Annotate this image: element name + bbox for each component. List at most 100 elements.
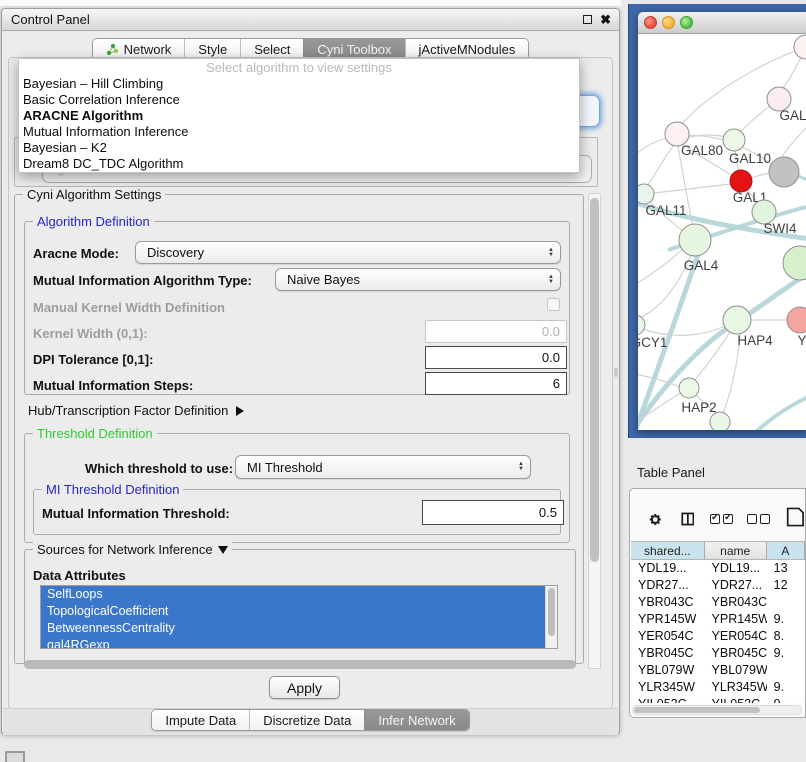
- panel-divider-handle[interactable]: [614, 368, 618, 377]
- network-node-y[interactable]: [787, 307, 806, 333]
- checked-box-icon: [723, 514, 733, 524]
- which-threshold-combobox[interactable]: MI Threshold ▲▼: [235, 455, 531, 479]
- network-node[interactable]: [710, 412, 730, 430]
- network-edge[interactable]: [756, 396, 806, 430]
- table-row[interactable]: YBR043CYBR043C: [631, 594, 805, 611]
- algorithm-option-aracne-algorithm[interactable]: ARACNE Algorithm: [19, 108, 579, 124]
- scrollbar-thumb[interactable]: [24, 660, 576, 669]
- attributes-vertical-scrollbar[interactable]: [545, 586, 557, 648]
- tab-style[interactable]: Style: [184, 39, 240, 59]
- table-row[interactable]: YBR045CYBR045C9.: [631, 645, 805, 662]
- column-header-shared[interactable]: shared...: [631, 542, 705, 559]
- apply-button[interactable]: Apply: [269, 676, 340, 699]
- attribute-item-selfloops[interactable]: SelfLoops: [41, 586, 557, 603]
- table-cell: [767, 594, 805, 611]
- bottom-tab-infer-network[interactable]: Infer Network: [364, 710, 468, 730]
- network-canvas[interactable]: GALGAL80GAL10GAL1GAL11SWI4GAL4GCY1HAP4YH…: [638, 34, 806, 430]
- network-edge[interactable]: [647, 145, 674, 186]
- dpi-tolerance-field[interactable]: 0.0: [425, 346, 567, 369]
- network-node-hap2[interactable]: [679, 378, 699, 398]
- settings-vertical-scrollbar[interactable]: [588, 193, 601, 669]
- aracne-mode-label: Aracne Mode:: [33, 246, 119, 261]
- table-row[interactable]: YBL079WYBL079W: [631, 662, 805, 679]
- table-cell: [767, 662, 805, 679]
- close-traffic-light-icon[interactable]: [644, 16, 657, 29]
- hub-definition-expander[interactable]: Hub/Transcription Factor Definition: [28, 403, 244, 418]
- tab-network[interactable]: Network: [93, 39, 185, 59]
- table-cell: YBR045C: [631, 645, 705, 662]
- tab-label: Cyni Toolbox: [317, 42, 391, 57]
- network-node[interactable]: [769, 157, 799, 187]
- attribute-item-gal4rgexp[interactable]: gal4RGexp: [41, 637, 557, 649]
- minimize-traffic-light-icon[interactable]: [662, 16, 675, 29]
- table-cell: YIL052C: [631, 696, 705, 703]
- control-panel-titlebar[interactable]: Control Panel ✖: [2, 9, 619, 31]
- mi-algorithm-type-value: Naive Bayes: [287, 272, 360, 287]
- tab-cyni-toolbox[interactable]: Cyni Toolbox: [303, 39, 404, 59]
- settings-horizontal-scrollbar[interactable]: [22, 659, 584, 670]
- table-row[interactable]: YDR27...YDR27...12: [631, 577, 805, 594]
- column-header-name[interactable]: name: [705, 542, 767, 559]
- network-node-hap4[interactable]: [723, 306, 751, 334]
- bottom-tab-impute-data[interactable]: Impute Data: [152, 710, 249, 730]
- network-window-titlebar[interactable]: [638, 12, 806, 34]
- network-node-gal4[interactable]: [679, 224, 711, 256]
- aracne-mode-combobox[interactable]: Discovery ▲▼: [135, 241, 561, 264]
- checked-pair-icon[interactable]: [710, 514, 733, 524]
- algorithm-option-mutual-information-inference[interactable]: Mutual Information Inference: [19, 124, 579, 140]
- table-row[interactable]: YER054CYER054C8.: [631, 628, 805, 645]
- algorithm-option-bayesian-k2[interactable]: Bayesian – K2: [19, 140, 579, 156]
- tab-jactivemnodules[interactable]: jActiveMNodules: [405, 39, 529, 59]
- scrollbar-thumb[interactable]: [590, 198, 599, 562]
- which-threshold-value: MI Threshold: [247, 460, 323, 475]
- gear-icon[interactable]: [648, 511, 663, 528]
- node-label: SWI4: [763, 221, 796, 236]
- corner-grip-icon[interactable]: [5, 751, 25, 762]
- control-panel-window: Control Panel ✖ NetworkStyleSelect Cyni T…: [1, 8, 620, 735]
- table-cell: 9.: [767, 611, 805, 628]
- network-node[interactable]: [783, 246, 806, 280]
- data-attributes-list[interactable]: SelfLoopsTopologicalCoefficientBetweenne…: [40, 585, 558, 649]
- table-row[interactable]: YLR345WYLR345W9.: [631, 679, 805, 696]
- network-window[interactable]: GALGAL80GAL10GAL1GAL11SWI4GAL4GCY1HAP4YH…: [638, 12, 806, 430]
- unchecked-pair-icon[interactable]: [747, 514, 770, 524]
- attribute-item-topologicalcoefficient[interactable]: TopologicalCoefficient: [41, 603, 557, 620]
- table-icon[interactable]: [786, 505, 805, 529]
- tab-label: jActiveMNodules: [419, 42, 516, 57]
- data-attributes-label: Data Attributes: [33, 568, 126, 583]
- manual-kernel-width-checkbox[interactable]: [547, 298, 560, 311]
- algorithm-option-basic-correlation-inference[interactable]: Basic Correlation Inference: [19, 92, 579, 108]
- mi-threshold-field[interactable]: 0.5: [422, 500, 564, 525]
- bottom-tab-label: Discretize Data: [263, 713, 351, 728]
- table-row[interactable]: YDL19...YDL19...13: [631, 560, 805, 577]
- mi-steps-field[interactable]: 6: [425, 372, 567, 395]
- unchecked-box-icon: [760, 514, 770, 524]
- mi-algorithm-type-combobox[interactable]: Naive Bayes ▲▼: [275, 268, 561, 291]
- table-row[interactable]: YPR145WYPR145W9.: [631, 611, 805, 628]
- kernel-width-field[interactable]: 0.0: [425, 320, 567, 343]
- table-horizontal-scrollbar[interactable]: [632, 705, 802, 715]
- column-header-a[interactable]: A: [767, 542, 805, 559]
- table-row[interactable]: YIL052CYIL052C9: [631, 696, 805, 703]
- network-node-gal11[interactable]: [638, 184, 654, 204]
- scrollbar-thumb[interactable]: [634, 707, 760, 713]
- kernel-width-label: Kernel Width (0,1):: [33, 326, 148, 341]
- columns-icon[interactable]: [681, 511, 695, 527]
- algorithm-option-dream8-dc-tdc-algorithm[interactable]: Dream8 DC_TDC Algorithm: [19, 156, 579, 172]
- network-edge[interactable]: [654, 184, 731, 193]
- scrollbar-thumb[interactable]: [548, 588, 555, 636]
- network-edge[interactable]: [638, 244, 688, 284]
- network-edge[interactable]: [751, 173, 771, 178]
- zoom-traffic-light-icon[interactable]: [680, 16, 693, 29]
- float-window-icon[interactable]: [583, 15, 592, 24]
- network-node-gal1[interactable]: [730, 170, 752, 192]
- network-edge[interactable]: [642, 325, 728, 335]
- close-icon[interactable]: ✖: [600, 12, 611, 28]
- network-node[interactable]: [794, 35, 806, 59]
- attribute-item-betweennesscentrality[interactable]: BetweennessCentrality: [41, 620, 557, 637]
- bottom-tab-discretize-data[interactable]: Discretize Data: [249, 710, 364, 730]
- network-node-gal10[interactable]: [723, 129, 745, 151]
- tab-select[interactable]: Select: [240, 39, 303, 59]
- algorithm-option-bayesian-hill-climbing[interactable]: Bayesian – Hill Climbing: [19, 76, 579, 92]
- network-node-gcy1[interactable]: [638, 315, 645, 335]
